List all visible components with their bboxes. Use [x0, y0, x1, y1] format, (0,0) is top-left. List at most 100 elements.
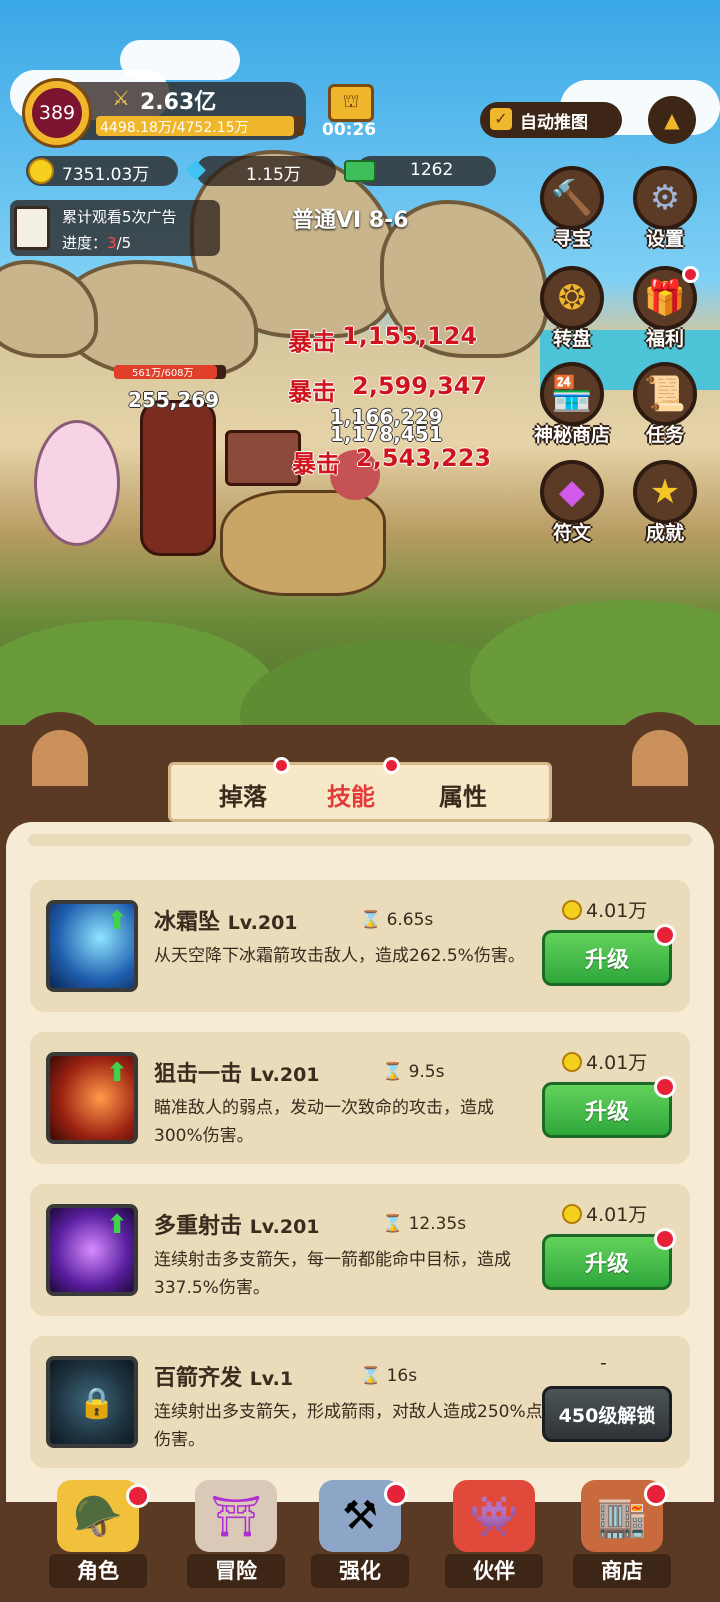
- exp-text: 4498.18万/4752.15万: [100, 120, 249, 136]
- chest-icon[interactable]: ⛫: [328, 84, 374, 122]
- upgrade-button[interactable]: 升级: [542, 930, 672, 986]
- pet-rabbit: [34, 420, 120, 546]
- hammer-icon: 🔨: [540, 166, 604, 230]
- hourglass-icon: ⌛: [382, 1214, 404, 1234]
- shop-icon: 🏪: [540, 362, 604, 426]
- skill-card: ⬆ 狙击一击 Lv.201 ⌛ 9.5s 瞄准敌人的弱点，发动一次致命的攻击，造…: [30, 1032, 690, 1164]
- collapse-button[interactable]: ▲: [648, 96, 696, 144]
- skill-name: 多重射击 Lv.201: [154, 1214, 320, 1239]
- nav-partner[interactable]: 👾 伙伴: [444, 1480, 544, 1590]
- hp-text: 561万/608万: [132, 368, 194, 379]
- crit-damage: 2,543,223: [356, 444, 492, 472]
- side-btn-mystery-shop[interactable]: 🏪 神秘商店: [525, 362, 619, 447]
- notification-dot: [682, 266, 699, 283]
- tab-attributes[interactable]: 属性: [439, 777, 487, 812]
- notification-dot: [654, 1228, 676, 1250]
- ad-task-progress: 进度：3/5: [62, 234, 132, 252]
- stage-label: 普通VI 8-6: [292, 208, 409, 233]
- tab-bar: 掉落 技能 属性: [168, 757, 552, 822]
- skill-cooldown: ⌛ 6.65s: [360, 910, 434, 930]
- tab-skills[interactable]: 技能: [327, 777, 375, 812]
- arrow-rain-icon: 🔒: [46, 1356, 138, 1448]
- power-value: 2.63亿: [140, 90, 217, 115]
- level-badge[interactable]: 389: [22, 78, 92, 148]
- notification-dot: [654, 924, 676, 946]
- panel-ear-left: [10, 712, 110, 802]
- cash-value: 1262: [410, 160, 454, 180]
- nav-enhance[interactable]: ⚒ 强化: [310, 1480, 410, 1590]
- crit-label: 暴击: [288, 378, 336, 406]
- skill-name: 狙击一击 Lv.201: [154, 1062, 320, 1087]
- crit-label: 暴击: [288, 328, 336, 356]
- hourglass-icon: ⌛: [382, 1062, 404, 1082]
- auto-push-toggle[interactable]: ✓ 自动推图: [480, 102, 622, 138]
- lock-icon: 🔒: [78, 1386, 116, 1421]
- side-btn-wheel[interactable]: ❂ 转盘: [532, 266, 612, 351]
- scroll-icon: 📜: [633, 362, 697, 426]
- skill-cost: 4.01万: [562, 1200, 647, 1227]
- gear-icon: ⚙: [633, 166, 697, 230]
- upgrade-button[interactable]: 升级: [542, 1082, 672, 1138]
- tab-drops[interactable]: 掉落: [219, 777, 267, 812]
- panel-ear-right: [610, 712, 710, 802]
- gold-coin-icon: [28, 158, 54, 184]
- damage-number: 1,178,451: [330, 422, 443, 446]
- diamond-value: 1.15万: [246, 165, 301, 185]
- notification-dot: [654, 1076, 676, 1098]
- cloud: [120, 40, 240, 80]
- snipe-arrow-icon: ⬆: [46, 1052, 138, 1144]
- skill-name: 冰霜坠 Lv.201: [154, 910, 298, 935]
- side-btn-tasks[interactable]: 📜 任务: [625, 362, 705, 447]
- enemy-treant: [220, 490, 386, 596]
- gold-coin-icon: [562, 900, 582, 920]
- notification-dot: [273, 757, 290, 774]
- upgrade-button[interactable]: 升级: [542, 1234, 672, 1290]
- skill-desc: 瞄准敌人的弱点，发动一次致命的攻击，造成300%伤害。: [154, 1098, 494, 1146]
- hourglass-icon: ⌛: [360, 1366, 382, 1386]
- skill-desc: 从天空降下冰霜箭攻击敌人，造成262.5%伤害。: [154, 946, 525, 966]
- skill-card: ⬆ 多重射击 Lv.201 ⌛ 12.35s 连续射击多支箭矢，每一箭都能命中目…: [30, 1184, 690, 1316]
- clipboard-icon: [14, 206, 50, 250]
- crit-label: 暴击: [292, 450, 340, 478]
- skill-card: 🔒 百箭齐发 Lv.1 ⌛ 16s 连续射出多支箭矢，形成箭雨，对敌人造成250…: [30, 1336, 690, 1468]
- gold-coin-icon: [562, 1052, 582, 1072]
- skill-desc: 连续射击多支箭矢，每一箭都能命中目标，造成337.5%伤害。: [154, 1250, 511, 1298]
- side-btn-welfare[interactable]: 🎁 福利: [625, 266, 705, 351]
- side-btn-settings[interactable]: ⚙ 设置: [625, 166, 705, 251]
- nav-character[interactable]: 🪖 角色: [48, 1480, 150, 1590]
- enemy-book: [225, 430, 301, 486]
- hourglass-icon: ⌛: [360, 910, 382, 930]
- auto-push-label: 自动推图: [520, 113, 588, 133]
- skill-card: ⬆ 冰霜坠 Lv.201 ⌛ 6.65s 从天空降下冰霜箭攻击敌人，造成262.…: [30, 880, 690, 1012]
- nav-adventure[interactable]: ⛩ 冒险: [186, 1480, 286, 1590]
- partner-icon: 👾: [453, 1480, 535, 1552]
- triangle-up-icon: ▲: [664, 108, 680, 132]
- portal-icon: ⛩: [195, 1480, 277, 1552]
- ad-task-text: 累计观看5次广告: [62, 208, 177, 226]
- player-archer: [140, 400, 216, 556]
- upgrade-arrow-icon: ⬆: [106, 906, 128, 936]
- skill-cooldown: ⌛ 16s: [360, 1366, 418, 1386]
- notification-dot: [644, 1482, 668, 1506]
- unlock-requirement-button[interactable]: 450级解锁: [542, 1386, 672, 1442]
- skill-cooldown: ⌛ 12.35s: [382, 1214, 467, 1234]
- side-btn-runes[interactable]: ◆ 符文: [532, 460, 612, 545]
- upgrade-arrow-icon: ⬆: [106, 1058, 128, 1088]
- wheel-icon: ❂: [540, 266, 604, 330]
- side-btn-achievements[interactable]: ★ 成就: [625, 460, 705, 545]
- gold-value: 7351.03万: [62, 165, 150, 185]
- upgrade-arrow-icon: ⬆: [106, 1210, 128, 1240]
- side-btn-treasure[interactable]: 🔨 寻宝: [532, 166, 612, 251]
- checkbox-icon: ✓: [490, 108, 512, 130]
- skill-cost: 4.01万: [562, 1048, 647, 1075]
- nav-shop[interactable]: 🏬 商店: [572, 1480, 672, 1590]
- notification-dot: [126, 1484, 150, 1508]
- multi-shot-icon: ⬆: [46, 1204, 138, 1296]
- skill-cost: -: [600, 1352, 607, 1374]
- skill-cost: 4.01万: [562, 896, 647, 923]
- crit-damage: 1,155,124: [342, 322, 478, 350]
- crit-damage: 2,599,347: [352, 372, 488, 400]
- diamond-icon: ◆: [186, 154, 206, 184]
- level-number: 389: [32, 88, 82, 138]
- frost-arrow-icon: ⬆: [46, 900, 138, 992]
